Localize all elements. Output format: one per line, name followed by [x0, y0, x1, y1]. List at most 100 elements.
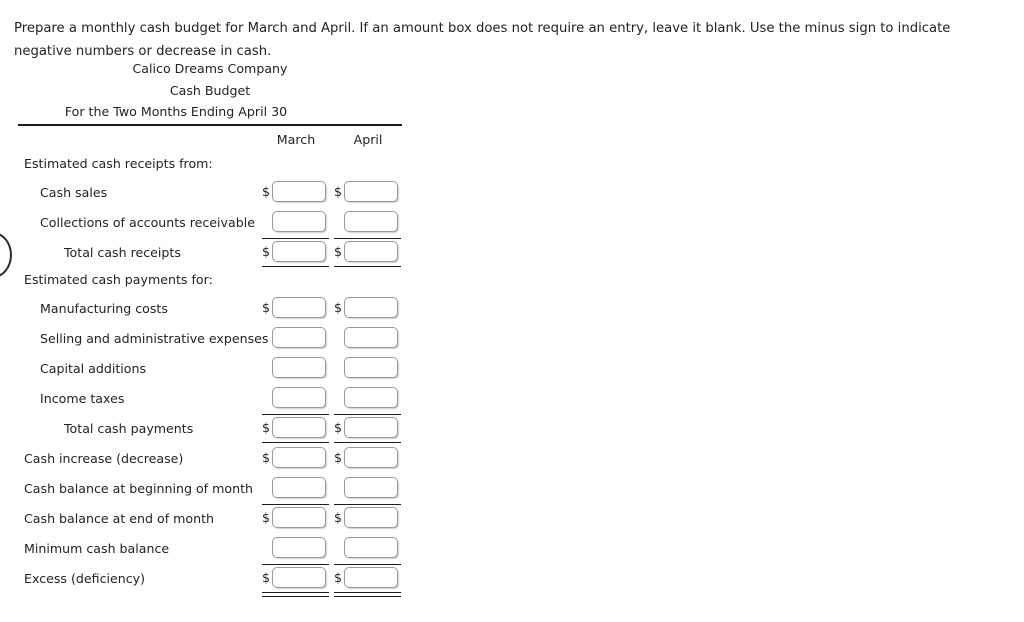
amount-input-april[interactable] — [344, 536, 398, 558]
amount-cell-march — [261, 385, 329, 413]
amount-cell-march — [261, 209, 329, 237]
budget-row: Estimated cash payments for: — [18, 268, 402, 294]
amount-cell-march: $ — [261, 505, 329, 533]
currency-symbol: $ — [334, 509, 343, 525]
row-label: Cash balance at end of month — [24, 510, 215, 526]
amount-input-march[interactable] — [272, 386, 326, 408]
amount-input-april[interactable] — [344, 326, 398, 348]
amount-cell-april: $ — [333, 179, 401, 207]
column-header-april: April — [353, 131, 383, 147]
amount-input-april[interactable] — [344, 506, 398, 528]
column-header-march: March — [276, 131, 316, 147]
amount-input-march[interactable] — [272, 326, 326, 348]
instructions-text: Prepare a monthly cash budget for March … — [14, 21, 951, 60]
statement-period: For the Two Months Ending April 30 — [64, 104, 288, 119]
row-label: Cash balance at beginning of month — [24, 480, 253, 496]
budget-row: Collections of accounts receivable — [18, 208, 402, 238]
row-label: Capital additions — [40, 360, 147, 376]
amount-input-april[interactable] — [344, 416, 398, 438]
amount-cell-april: $ — [333, 505, 401, 533]
amount-input-march[interactable] — [272, 240, 326, 262]
amount-input-march[interactable] — [272, 180, 326, 202]
amount-cell-april: $ — [333, 445, 401, 473]
statement-title: Cash Budget — [169, 82, 251, 98]
currency-symbol: $ — [334, 569, 343, 585]
budget-row: Cash sales $ $ — [18, 178, 402, 208]
currency-symbol: $ — [334, 449, 343, 465]
currency-symbol: $ — [334, 299, 343, 315]
currency-symbol: $ — [262, 419, 271, 435]
budget-row: Cash increase (decrease) $ $ — [18, 444, 402, 474]
cash-budget-statement: Calico Dreams Company Cash Budget For th… — [18, 58, 402, 597]
currency-symbol: $ — [262, 183, 271, 199]
amount-input-april[interactable] — [344, 476, 398, 498]
row-label: Manufacturing costs — [40, 300, 168, 316]
budget-row: Cash balance at end of month $ $ — [18, 503, 402, 534]
amount-cell-march — [261, 475, 329, 503]
amount-cell-march — [261, 535, 329, 563]
budget-row: Excess (deficiency) $ $ — [18, 563, 402, 597]
amount-input-april[interactable] — [344, 210, 398, 232]
row-label: Estimated cash payments for: — [24, 271, 213, 287]
amount-cell-april — [333, 355, 401, 383]
currency-symbol: $ — [262, 243, 271, 259]
amount-input-march[interactable] — [272, 536, 326, 558]
row-label: Cash sales — [40, 184, 108, 200]
cropped-arc-artifact — [0, 232, 12, 278]
row-label: Selling and administrative expenses — [40, 330, 269, 346]
row-label: Estimated cash receipts from: — [24, 155, 213, 171]
amount-input-march[interactable] — [272, 210, 326, 232]
amount-cell-march: $ — [261, 239, 329, 267]
amount-cell-april: $ — [333, 239, 401, 267]
budget-row: Selling and administrative expenses — [18, 324, 402, 354]
amount-input-march[interactable] — [272, 356, 326, 378]
amount-cell-april — [333, 325, 401, 353]
amount-input-april[interactable] — [344, 566, 398, 588]
currency-symbol: $ — [262, 509, 271, 525]
budget-row: Manufacturing costs $ $ — [18, 294, 402, 324]
budget-row: Total cash receipts $ $ — [18, 237, 402, 268]
amount-cell-april — [333, 385, 401, 413]
amount-cell-april — [333, 209, 401, 237]
amount-input-march[interactable] — [272, 476, 326, 498]
budget-row: Minimum cash balance — [18, 534, 402, 564]
amount-input-april[interactable] — [344, 296, 398, 318]
budget-rows: Estimated cash receipts from: Cash sales $… — [18, 152, 402, 597]
amount-input-april[interactable] — [344, 240, 398, 262]
row-label: Minimum cash balance — [24, 540, 170, 556]
currency-symbol: $ — [334, 419, 343, 435]
amount-input-april[interactable] — [344, 446, 398, 468]
amount-cell-march: $ — [261, 295, 329, 323]
amount-input-march[interactable] — [272, 446, 326, 468]
amount-cell-april: $ — [333, 295, 401, 323]
amount-input-march[interactable] — [272, 506, 326, 528]
currency-symbol: $ — [334, 243, 343, 259]
amount-input-april[interactable] — [344, 356, 398, 378]
currency-symbol: $ — [262, 299, 271, 315]
amount-input-march[interactable] — [272, 296, 326, 318]
row-label: Cash increase (decrease) — [24, 450, 184, 466]
amount-cell-march: $ — [261, 445, 329, 473]
amount-cell-april — [333, 535, 401, 563]
statement-company-name: Calico Dreams Company — [132, 61, 288, 76]
row-label: Excess (deficiency) — [24, 570, 146, 586]
budget-row: Capital additions — [18, 354, 402, 384]
currency-symbol: $ — [334, 183, 343, 199]
amount-input-april[interactable] — [344, 180, 398, 202]
amount-input-march[interactable] — [272, 566, 326, 588]
budget-row: Cash balance at beginning of month — [18, 474, 402, 504]
budget-row: Estimated cash receipts from: — [18, 152, 402, 178]
amount-cell-march — [261, 355, 329, 383]
amount-input-april[interactable] — [344, 386, 398, 408]
row-label: Collections of accounts receivable — [40, 214, 255, 230]
amount-input-march[interactable] — [272, 416, 326, 438]
amount-cell-march: $ — [261, 415, 329, 443]
amount-cell-april: $ — [333, 415, 401, 443]
currency-symbol: $ — [262, 569, 271, 585]
row-label: Total cash receipts — [64, 244, 181, 260]
amount-cell-april: $ — [333, 565, 401, 593]
currency-symbol: $ — [262, 449, 271, 465]
amount-cell-march: $ — [261, 565, 329, 593]
amount-cell-march: $ — [261, 179, 329, 207]
budget-row: Income taxes — [18, 384, 402, 414]
